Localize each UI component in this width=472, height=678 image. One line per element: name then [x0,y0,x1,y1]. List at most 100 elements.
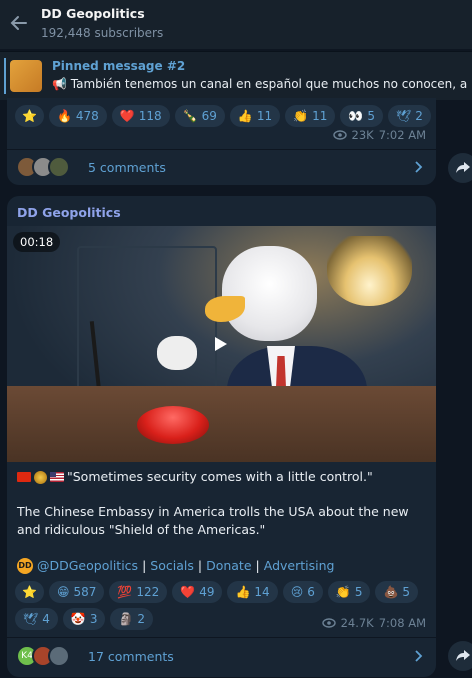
play-icon[interactable] [209,332,233,356]
usa-flag-icon [50,472,64,482]
moai-icon: 🗿 [118,612,134,626]
reaction-count: 2 [415,109,423,123]
advertising-link[interactable]: Advertising [264,557,335,575]
seal-icon [34,470,47,484]
reaction-dove[interactable]: 🕊 4 [15,608,58,630]
chevron-right-icon [415,161,423,173]
comments-row[interactable]: 5 comments [7,151,436,183]
poop-icon: 💩 [383,585,399,599]
reaction-bottle[interactable]: 🍾 69 [174,105,225,127]
message-bubble-2: DD Geopolitics 00:18 "Sometimes security… [7,196,436,677]
separator: | [142,558,147,573]
back-arrow-icon[interactable] [8,12,30,34]
cry-icon: 😢 [290,585,304,599]
reaction-poop[interactable]: 💩 5 [375,581,419,603]
caption-quote-line: "Sometimes security comes with a little … [17,468,373,486]
pinned-thumbnail [10,60,42,92]
reaction-grin[interactable]: 😁 587 [48,581,105,603]
divider [7,637,436,638]
reaction-count: 478 [75,109,99,123]
video-player[interactable]: 00:18 [7,226,436,462]
red-button [137,406,209,444]
reaction-heart[interactable]: ❤️ 118 [111,105,170,127]
message-channel-name[interactable]: DD Geopolitics [17,205,121,220]
reaction-dove[interactable]: 🕊 2 [387,105,431,127]
desk [7,386,436,462]
reaction-thumbs-up[interactable]: 👍 14 [227,581,278,603]
divider [7,149,436,150]
channel-title[interactable]: DD Geopolitics [41,6,145,21]
reaction-count: 2 [137,612,146,626]
reaction-count: 11 [256,109,273,123]
hundred-icon: 💯 [117,585,133,599]
heart-icon: ❤️ [180,585,196,599]
message-time: 7:08 AM [378,616,426,630]
separator: | [255,558,260,573]
message-time: 7:02 AM [378,128,426,142]
reaction-count: 4 [42,612,50,626]
heart-icon: ❤️ [119,109,135,123]
commenter-avatars [16,156,70,178]
bottle-icon: 🍾 [182,109,198,123]
socials-link[interactable]: Socials [150,557,194,575]
reaction-count: 5 [402,585,411,599]
dove-icon: 🕊 [23,612,39,626]
reaction-count: 5 [367,109,375,123]
share-icon [456,162,470,173]
clown-icon: 🤡 [70,612,86,626]
dove-icon: 🕊 [395,109,412,123]
reaction-count: 14 [254,585,270,599]
clap-icon: 👏 [293,109,309,123]
chevron-right-icon [415,650,423,662]
reaction-count: 587 [73,585,97,599]
eagle-fist [157,336,197,370]
comments-link[interactable]: 5 comments [88,160,166,175]
reaction-count: 6 [307,585,315,599]
comments-row[interactable]: K4 17 comments [7,640,436,672]
message-meta: 24.7K 7:08 AM [321,616,426,630]
message-meta: 23K 7:02 AM [332,128,426,142]
reaction-count: 69 [201,109,217,123]
donate-link[interactable]: Donate [206,557,251,575]
eyes-icon: 👀 [348,109,364,123]
views-icon [332,130,347,140]
avatar [48,156,70,178]
dd-logo-icon: DD [17,558,33,574]
star-icon: ⭐ [22,109,37,123]
reaction-moai[interactable]: 🗿 2 [110,608,154,630]
thumbs-up-icon: 👍 [235,585,251,599]
reactions-row: ⭐ 🔥 478 ❤️ 118 🍾 69 👍 11 👏 11 👀 5 🕊 2 [15,105,431,127]
reaction-heart[interactable]: ❤️ 49 [172,581,223,603]
clap-icon: 👏 [335,585,351,599]
share-button[interactable] [448,153,472,183]
views-count: 23K [351,128,374,142]
reaction-star[interactable]: ⭐ [15,581,44,603]
reaction-clown[interactable]: 🤡 3 [62,608,106,630]
reaction-clap[interactable]: 👏 5 [327,581,371,603]
avatar [48,645,70,667]
views-icon [321,618,336,628]
reaction-count: 118 [138,109,162,123]
comments-link[interactable]: 17 comments [88,649,174,664]
video-duration: 00:18 [13,232,61,252]
caption-body: The Chinese Embassy in America trolls th… [17,504,409,537]
separator: | [197,558,203,573]
share-button[interactable] [448,641,472,671]
megaphone-icon: 📢 [52,77,67,91]
caption-links: DD @DDGeopolitics | Socials | Donate | A… [17,557,334,575]
commenter-avatars: K4 [16,645,70,667]
reaction-star[interactable]: ⭐ [15,105,44,127]
pinned-title: Pinned message #2 [52,59,186,73]
grin-icon: 😁 [56,585,70,599]
reaction-eyes[interactable]: 👀 5 [340,105,383,127]
reaction-count: 49 [199,585,215,599]
pinned-message-bar[interactable]: Pinned message #2 📢 También tenemos un c… [0,51,472,100]
reaction-hundred[interactable]: 💯 122 [109,581,168,603]
reaction-clap[interactable]: 👏 11 [285,105,336,127]
reaction-thumbs-up[interactable]: 👍 11 [229,105,281,127]
reaction-fire[interactable]: 🔥 478 [48,105,107,127]
handle-link[interactable]: @DDGeopolitics [37,557,138,575]
reaction-cry[interactable]: 😢 6 [282,581,323,603]
eagle-head [222,246,317,341]
pinned-text: 📢 También tenemos un canal en español qu… [52,77,467,91]
